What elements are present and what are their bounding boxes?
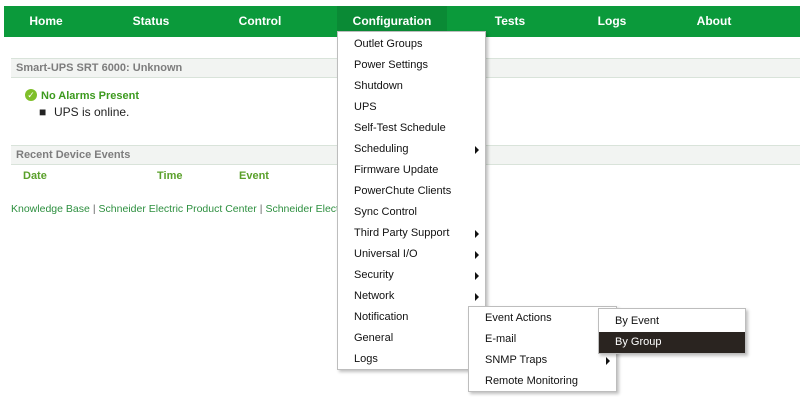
menu-item-label: By Event [615, 315, 660, 327]
menu-item-label: Remote Monitoring [485, 375, 578, 387]
submenu-arrow-icon [475, 230, 479, 238]
menu-item-general[interactable]: General [338, 328, 485, 349]
menu-item-label: Power Settings [354, 59, 428, 71]
menu-item-shutdown[interactable]: Shutdown [338, 76, 485, 97]
menu-item-sync-control[interactable]: Sync Control [338, 202, 485, 223]
menu-item-by-group[interactable]: By Group [599, 332, 745, 353]
menu-item-label: General [354, 332, 394, 344]
column-time[interactable]: Time [157, 170, 182, 182]
menu-item-notification[interactable]: Notification [338, 307, 485, 328]
footer-separator: | [92, 203, 96, 215]
top-spacer [0, 0, 800, 3]
menu-item-label: By Group [615, 336, 662, 348]
nav-control[interactable]: Control [234, 6, 286, 37]
nav-logs[interactable]: Logs [596, 6, 628, 37]
submenu-arrow-icon [475, 272, 479, 280]
menu-item-label: Sync Control [354, 206, 417, 218]
submenu-arrow-icon [475, 251, 479, 259]
menu-item-label: Network [354, 290, 395, 302]
menu-item-label: Shutdown [354, 80, 403, 92]
nav-status[interactable]: Status [128, 6, 174, 37]
menu-item-self-test-schedule[interactable]: Self-Test Schedule [338, 118, 485, 139]
menu-item-label: Logs [354, 353, 378, 365]
status-bullet: ■ [39, 105, 47, 119]
menu-item-powerchute-clients[interactable]: PowerChute Clients [338, 181, 485, 202]
configuration-menu: Outlet Groups Power Settings Shutdown UP… [337, 31, 486, 370]
menu-item-label: Third Party Support [354, 227, 450, 239]
menu-item-label: UPS [354, 101, 377, 113]
menu-item-label: Outlet Groups [354, 38, 423, 50]
alarm-text: No Alarms Present [41, 90, 140, 102]
footer-link-product-center[interactable]: Schneider Electric Product Center [99, 203, 257, 215]
menu-item-universal-io[interactable]: Universal I/O [338, 244, 485, 265]
menu-item-label: Scheduling [354, 143, 409, 155]
submenu-arrow-icon [475, 146, 479, 154]
ups-status-text: UPS is online. [54, 105, 130, 119]
menu-item-label: Universal I/O [354, 248, 418, 260]
menu-item-label: SNMP Traps [485, 354, 548, 366]
menu-item-label: Event Actions [485, 312, 552, 324]
menu-item-label: Notification [354, 311, 409, 323]
menu-item-logs[interactable]: Logs [338, 349, 485, 370]
menu-item-label: Self-Test Schedule [354, 122, 446, 134]
menu-item-remote-monitoring[interactable]: Remote Monitoring [469, 371, 616, 392]
menu-item-snmp-traps[interactable]: SNMP Traps [469, 350, 616, 371]
menu-item-power-settings[interactable]: Power Settings [338, 55, 485, 76]
footer-link-schneider[interactable]: Schneider Electr [265, 203, 342, 215]
menu-item-ups[interactable]: UPS [338, 97, 485, 118]
notification-submenu: Event Actions E-mail SNMP Traps Remote M… [468, 306, 617, 392]
check-circle-icon: ✓ [25, 89, 37, 101]
menu-item-by-event[interactable]: By Event [599, 311, 745, 332]
menu-item-email[interactable]: E-mail [469, 329, 616, 350]
menu-item-third-party-support[interactable]: Third Party Support [338, 223, 485, 244]
menu-item-network[interactable]: Network [338, 286, 485, 307]
column-date[interactable]: Date [23, 170, 47, 182]
menu-item-scheduling[interactable]: Scheduling [338, 139, 485, 160]
footer-links: Knowledge Base | Schneider Electric Produc… [11, 203, 342, 215]
menu-item-label: Security [354, 269, 394, 281]
submenu-arrow-icon [606, 357, 610, 365]
column-event[interactable]: Event [239, 170, 269, 182]
nav-home[interactable]: Home [26, 6, 66, 37]
menu-item-label: Firmware Update [354, 164, 439, 176]
event-actions-submenu: By Event By Group [598, 308, 746, 354]
menu-item-event-actions[interactable]: Event Actions [469, 308, 616, 329]
nav-tests[interactable]: Tests [490, 6, 530, 37]
nav-about[interactable]: About [694, 6, 734, 37]
menu-item-label: PowerChute Clients [354, 185, 452, 197]
menu-item-outlet-groups[interactable]: Outlet Groups [338, 34, 485, 55]
footer-link-knowledge-base[interactable]: Knowledge Base [11, 203, 90, 215]
menu-item-firmware-update[interactable]: Firmware Update [338, 160, 485, 181]
submenu-arrow-icon [475, 293, 479, 301]
menu-item-label: E-mail [485, 333, 517, 345]
menu-item-security[interactable]: Security [338, 265, 485, 286]
